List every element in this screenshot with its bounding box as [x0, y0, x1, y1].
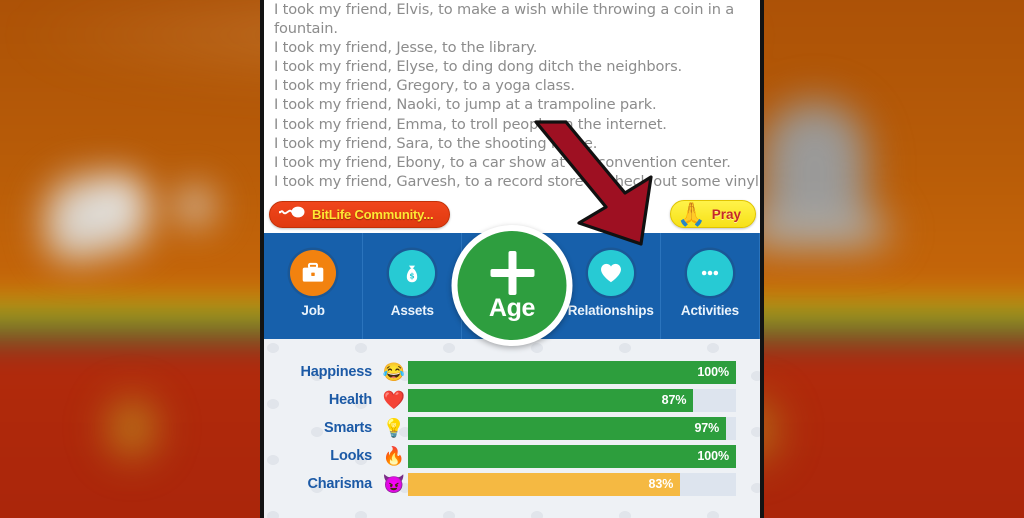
nav-item-job[interactable]: Job	[264, 233, 364, 339]
stat-label: Charisma	[307, 476, 373, 492]
stat-track: 83%	[408, 472, 736, 496]
background-gold-accent-left	[112, 402, 152, 454]
log-line: I took my friend, Ebony, to a car show a…	[274, 153, 731, 171]
nav-item-relationships[interactable]: Relationships	[562, 233, 661, 339]
bitlife-community-label: BitLife Community...	[312, 206, 434, 222]
svg-text:$: $	[410, 272, 415, 281]
log-line: I took my friend, Gregory, to a yoga cla…	[274, 77, 575, 95]
log-line: I took my friend, Garvesh, to a record s…	[274, 172, 760, 190]
red-heart-emoji: ❤️	[382, 390, 406, 410]
nav-label-assets: Assets	[390, 303, 434, 318]
stat-track: 87%	[408, 388, 736, 412]
log-line: I took my friend, Elyse, to ding dong di…	[274, 58, 683, 76]
bottom-navigation-bar: Job $ Assets Relationships Activities Ag…	[264, 225, 760, 346]
stat-percent: 83%	[648, 477, 674, 491]
pray-label: Pray	[711, 206, 741, 222]
stat-percent: 100%	[697, 449, 729, 463]
phone-screen: I took my friend, Elvis, to make a wish …	[260, 0, 764, 518]
stat-fill: 83%	[408, 472, 681, 496]
age-button-label: Age	[488, 293, 536, 322]
background-dog-head	[98, 176, 144, 222]
stat-row-looks: Looks 🔥 100%	[264, 442, 760, 470]
stat-percent: 87%	[661, 393, 687, 407]
stat-row-charisma: Charisma 😈 83%	[264, 470, 760, 498]
background-gravestone-base	[746, 218, 886, 244]
nav-label-relationships: Relationships	[567, 303, 654, 318]
stat-row-happiness: Happiness 😂 100%	[264, 358, 760, 386]
stats-panel: Happiness 😂 100% Health ❤️ 87% Smarts 💡 …	[264, 339, 760, 518]
grinning-squinting-face-emoji: 😂	[382, 362, 406, 382]
money-bag-icon: $	[389, 250, 436, 296]
background-blob	[178, 188, 212, 224]
stat-percent: 100%	[697, 365, 729, 379]
stat-label: Smarts	[324, 420, 372, 436]
log-line: I took my friend, Emma, to troll people …	[274, 115, 667, 133]
fire-emoji: 🔥	[382, 446, 406, 466]
smiling-face-with-horns-emoji: 😈	[382, 474, 406, 494]
bitlife-community-button[interactable]: BitLife Community...	[269, 200, 451, 228]
folded-hands-emoji: 🙏	[677, 200, 706, 227]
log-line: I took my friend, Jesse, to the library.	[274, 39, 538, 57]
stat-row-smarts: Smarts 💡 97%	[264, 414, 760, 442]
stat-fill: 97%	[408, 416, 727, 440]
stat-row-health: Health ❤️ 87%	[264, 386, 760, 414]
stat-fill: 100%	[408, 444, 736, 468]
stat-track: 100%	[408, 444, 736, 468]
stat-track: 97%	[408, 416, 736, 440]
stat-fill: 87%	[408, 388, 694, 412]
log-line: I took my friend, Sara, to the shooting …	[274, 134, 598, 152]
screenshot-root: I took my friend, Elvis, to make a wish …	[0, 0, 1024, 518]
nav-label-activities: Activities	[680, 303, 739, 318]
sperm-icon	[278, 205, 305, 224]
ellipsis-icon	[686, 250, 733, 296]
log-line: I took my friend, Elvis, to make a wish …	[274, 1, 735, 38]
plus-icon	[488, 249, 536, 297]
light-bulb-emoji: 💡	[382, 418, 406, 438]
stat-label: Looks	[330, 448, 372, 464]
heart-icon	[587, 250, 634, 296]
nav-item-activities[interactable]: Activities	[661, 233, 760, 339]
stat-label: Happiness	[300, 364, 372, 380]
nav-label-job: Job	[301, 303, 325, 318]
background-dog-leg	[50, 228, 100, 256]
stat-label: Health	[328, 392, 372, 408]
stat-percent: 97%	[694, 421, 720, 435]
log-line: I took my friend, Naoki, to jump at a tr…	[274, 96, 657, 114]
stat-fill: 100%	[408, 360, 736, 384]
pray-button[interactable]: 🙏 Pray	[670, 200, 756, 228]
nav-item-assets[interactable]: $ Assets	[363, 233, 463, 339]
age-button[interactable]: Age	[451, 225, 573, 346]
event-log[interactable]: I took my friend, Elvis, to make a wish …	[264, 0, 760, 195]
briefcase-icon	[290, 250, 337, 296]
stat-track: 100%	[408, 360, 736, 384]
